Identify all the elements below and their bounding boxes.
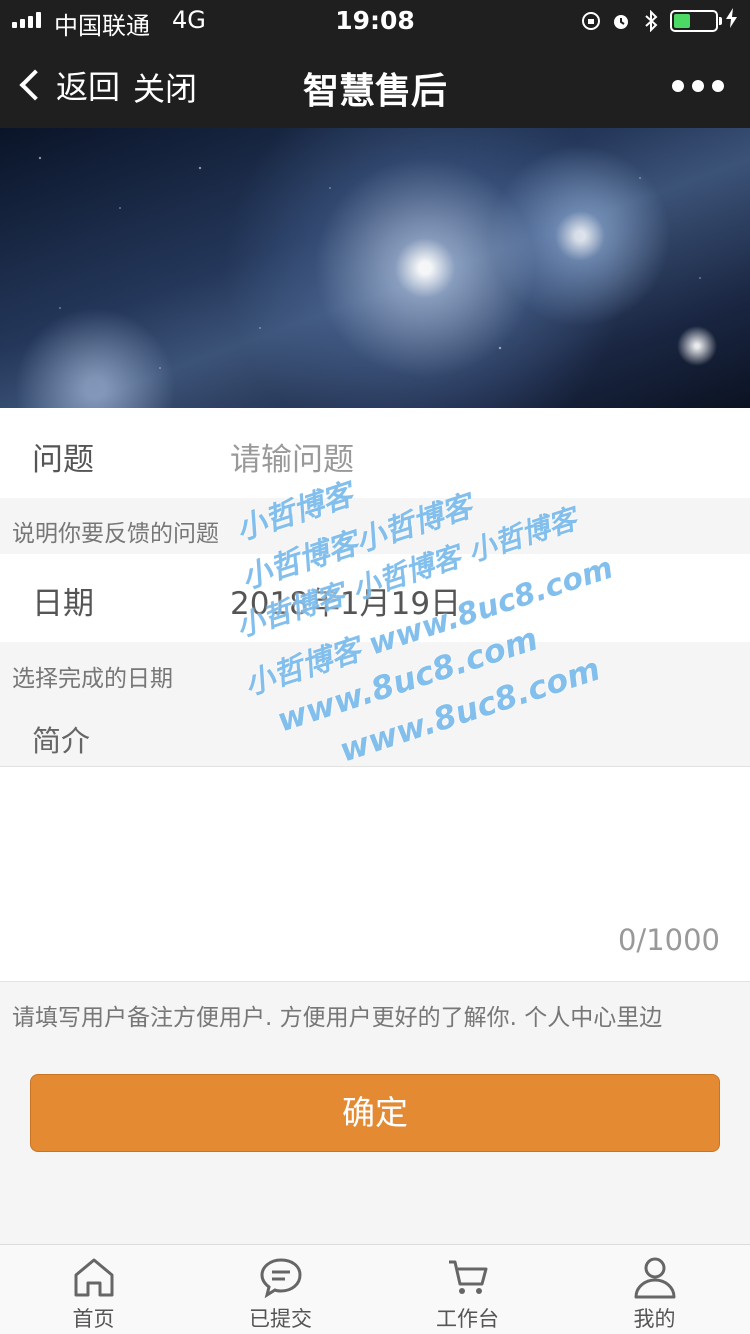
charging-icon (726, 8, 738, 33)
question-input[interactable]: 请输问题 (230, 434, 354, 479)
date-picker[interactable]: 2018年1月19日 (230, 578, 461, 623)
watermark-line: www.8uc8.com (334, 649, 605, 770)
more-dots-icon (672, 80, 684, 92)
date-row[interactable]: 日期 2018年1月19日 (0, 554, 750, 642)
date-hint: 选择完成的日期 (12, 666, 173, 692)
tab-home-label: 首页 (72, 1307, 115, 1331)
date-label: 日期 (32, 586, 94, 622)
remark-note: 请填写用户备注方便用户. 方便用户更好的了解你. 个人中心里边 (12, 1005, 663, 1031)
rotation-lock-icon (580, 10, 602, 32)
status-bar: 中国联通 4G 19:08 (0, 0, 750, 40)
intro-textarea[interactable] (30, 781, 720, 921)
cart-icon (444, 1255, 492, 1299)
starfield-decoration (0, 128, 750, 408)
bluetooth-icon (640, 9, 662, 32)
question-hint: 说明你要反馈的问题 (12, 521, 219, 547)
chat-bubble-icon (257, 1255, 305, 1299)
status-icons (580, 8, 738, 33)
tab-workbench-label: 工作台 (436, 1307, 499, 1331)
confirm-button[interactable]: 确定 (30, 1074, 720, 1152)
tab-workbench[interactable]: 工作台 (374, 1245, 561, 1334)
tab-mine-label: 我的 (633, 1307, 676, 1331)
tab-bar: 首页 已提交 工作台 我的 (0, 1244, 750, 1334)
banner-image (0, 128, 750, 408)
question-row[interactable]: 问题 请输问题 (0, 408, 750, 498)
tab-submitted-label: 已提交 (249, 1307, 312, 1331)
intro-label: 简介 (32, 724, 91, 758)
top-bar: 中国联通 4G 19:08 返回 关闭 智慧售后 (0, 0, 750, 128)
more-button[interactable] (672, 80, 724, 92)
battery-icon (670, 9, 722, 32)
page-title: 智慧售后 (302, 71, 447, 112)
user-icon (631, 1255, 679, 1299)
alarm-icon (610, 10, 632, 32)
tab-home[interactable]: 首页 (0, 1245, 187, 1334)
intro-textarea-container: 0/1000 (0, 766, 750, 982)
question-label: 问题 (32, 442, 94, 478)
tab-mine[interactable]: 我的 (561, 1245, 748, 1334)
char-counter: 0/1000 (617, 923, 720, 957)
tab-submitted[interactable]: 已提交 (187, 1245, 374, 1334)
nav-bar: 返回 关闭 智慧售后 (0, 40, 750, 128)
home-icon (70, 1255, 118, 1299)
